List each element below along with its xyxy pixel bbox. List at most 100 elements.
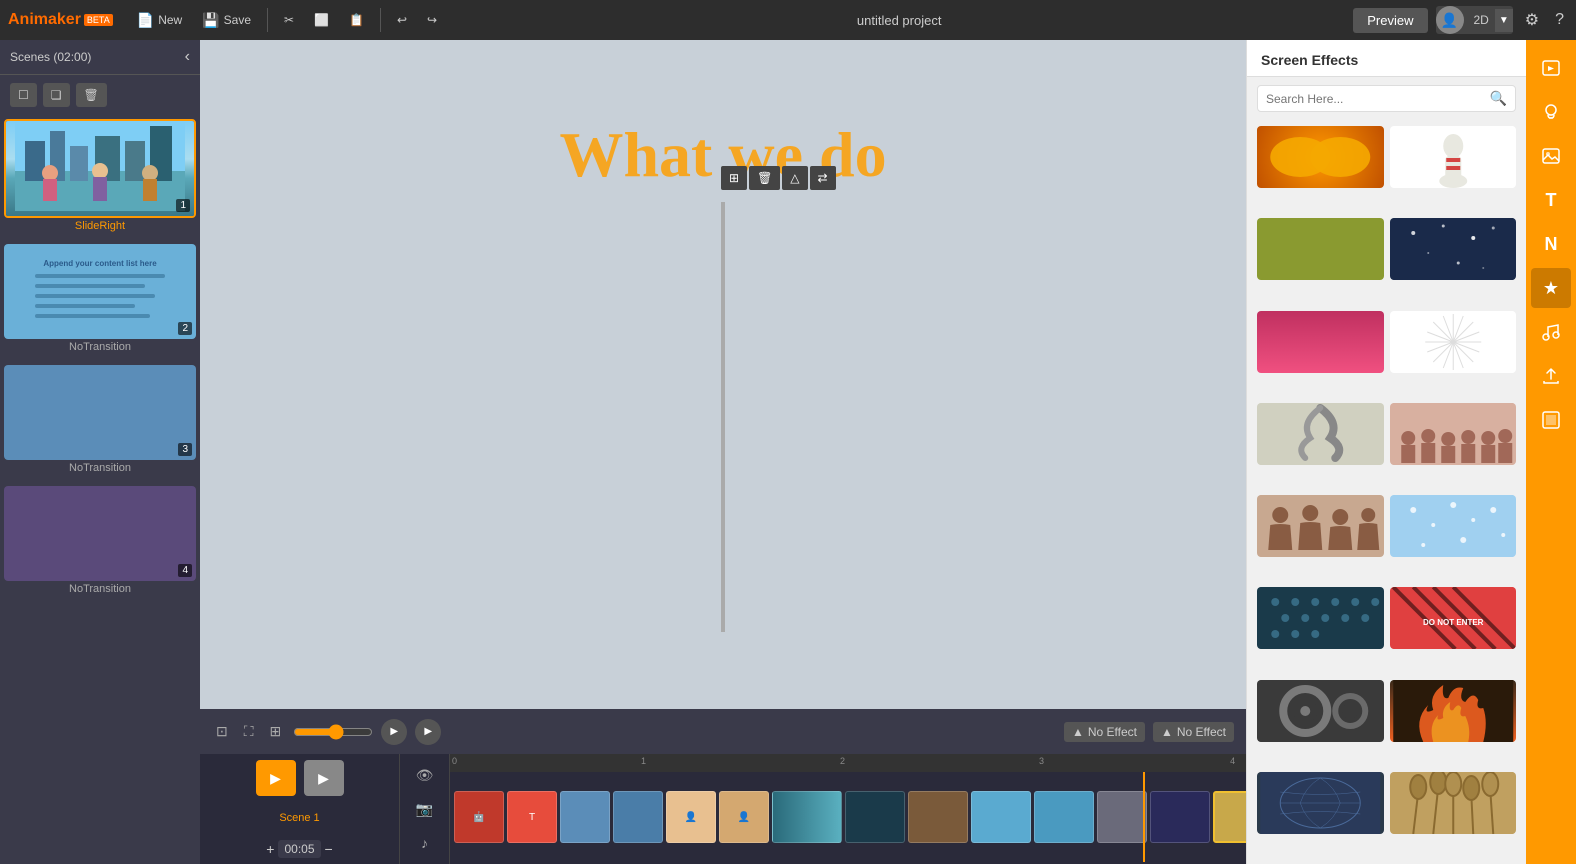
- clip-10[interactable]: [971, 791, 1031, 843]
- resize-handle-b[interactable]: [721, 626, 725, 632]
- undo-button[interactable]: ↩: [389, 9, 415, 31]
- resize-handle-t[interactable]: [721, 202, 725, 208]
- resize-handle-br[interactable]: [721, 626, 725, 632]
- new-scene-button[interactable]: ☐: [10, 83, 37, 107]
- next-play-button[interactable]: ▶: [415, 719, 441, 745]
- clip-11[interactable]: [1034, 791, 1094, 843]
- resize-handle-tl[interactable]: [721, 202, 725, 208]
- prev-play-button[interactable]: ▶: [381, 719, 407, 745]
- paste-button[interactable]: 📋: [341, 9, 372, 31]
- clip-12[interactable]: [1097, 791, 1147, 843]
- sidebar-effects-button[interactable]: ★: [1531, 268, 1571, 308]
- effect1-selector[interactable]: ▲ No Effect: [1064, 722, 1145, 742]
- canvas-swap-btn[interactable]: ⇄: [810, 166, 836, 190]
- settings-icon[interactable]: ⚙: [1521, 6, 1543, 34]
- effect-thumb-1[interactable]: [1257, 126, 1384, 188]
- clip-2[interactable]: T: [507, 791, 557, 843]
- effect-thumb-9[interactable]: [1257, 495, 1384, 557]
- clip-4[interactable]: [613, 791, 663, 843]
- effect-thumb-4[interactable]: [1390, 218, 1517, 280]
- timeline-track: 0 1 2 3 4 🤖 T: [450, 754, 1246, 864]
- effect-thumb-6[interactable]: [1390, 311, 1517, 373]
- sidebar-bg-button[interactable]: [1531, 400, 1571, 440]
- clip-1[interactable]: 🤖: [454, 791, 504, 843]
- canvas-delete-btn[interactable]: 🗑: [749, 166, 780, 190]
- delete-scene-button[interactable]: 🗑: [76, 83, 107, 107]
- copy-button[interactable]: ⬜: [306, 9, 337, 31]
- camera-icon[interactable]: 📷: [416, 801, 433, 818]
- save-button[interactable]: 💾 Save: [194, 8, 259, 33]
- resize-handle-l[interactable]: [721, 413, 725, 421]
- canvas-scene[interactable]: [721, 202, 725, 632]
- clip-5[interactable]: 👤: [666, 791, 716, 843]
- clip-8[interactable]: [845, 791, 905, 843]
- grid-button[interactable]: ⊞: [266, 719, 286, 744]
- scene-thumbnail-4[interactable]: 4: [4, 486, 196, 581]
- effect-thumb-11[interactable]: [1257, 587, 1384, 649]
- preview-button[interactable]: Preview: [1353, 8, 1427, 33]
- effect-thumb-7[interactable]: [1257, 403, 1384, 465]
- project-title: untitled project: [449, 13, 1349, 28]
- effect-thumb-14[interactable]: [1390, 680, 1517, 742]
- resize-handle-r[interactable]: [721, 413, 725, 421]
- music-note-icon[interactable]: ♪: [421, 835, 428, 851]
- mode-dropdown-button[interactable]: ▼: [1495, 9, 1513, 32]
- minus-button[interactable]: −: [325, 841, 333, 857]
- sidebar-music-button[interactable]: [1531, 312, 1571, 352]
- effect-thumb-15[interactable]: [1257, 772, 1384, 834]
- resize-handle-bl[interactable]: [721, 626, 725, 632]
- resize-handle-tr[interactable]: [721, 202, 725, 208]
- effect-thumb-13[interactable]: [1257, 680, 1384, 742]
- effect-thumb-16[interactable]: [1390, 772, 1517, 834]
- new-button[interactable]: 📄 New: [129, 8, 190, 33]
- scene-number-2: 2: [178, 322, 192, 335]
- focus-button[interactable]: ⊡: [212, 719, 232, 744]
- canvas-container: What we do ⊞ 🗑 △ ⇄: [559, 118, 886, 632]
- search-input[interactable]: [1266, 92, 1484, 106]
- scene-label-2: NoTransition: [4, 339, 196, 357]
- help-icon[interactable]: ?: [1551, 7, 1568, 33]
- timeline-play-sm-button[interactable]: ▶: [304, 760, 344, 796]
- clip-3[interactable]: [560, 791, 610, 843]
- sidebar-upload-button[interactable]: [1531, 356, 1571, 396]
- effect-thumb-3[interactable]: [1257, 218, 1384, 280]
- scene-thumbnail-3[interactable]: 3: [4, 365, 196, 460]
- scene-number-4: 4: [178, 564, 192, 577]
- fullscreen-button[interactable]: ⛶: [240, 719, 258, 744]
- sidebar-title-button[interactable]: N: [1531, 224, 1571, 264]
- zoom-slider[interactable]: [293, 724, 373, 740]
- effect2-selector[interactable]: ▲ No Effect: [1153, 722, 1234, 742]
- effect-thumb-12[interactable]: DO NOT ENTER: [1390, 587, 1517, 649]
- effect-thumb-2[interactable]: [1390, 126, 1517, 188]
- collapse-icon[interactable]: ‹: [185, 48, 190, 66]
- cut-button[interactable]: ✂: [276, 9, 302, 31]
- duplicate-scene-button[interactable]: ❏: [43, 83, 70, 107]
- scene-item-2: Append your content list here 2 NoTransi…: [4, 244, 196, 357]
- eye-icon[interactable]: 👁: [416, 767, 434, 784]
- clip-selected[interactable]: [1213, 791, 1246, 843]
- scene-thumbnail-2[interactable]: Append your content list here 2: [4, 244, 196, 339]
- sidebar-bulb-button[interactable]: [1531, 92, 1571, 132]
- scene-label-3: NoTransition: [4, 460, 196, 478]
- timeline-play-button[interactable]: ▶: [256, 760, 296, 796]
- playhead[interactable]: [1143, 772, 1145, 862]
- scene-number-1: 1: [176, 199, 190, 212]
- scene-item-1: 1 SlideRight: [4, 119, 196, 236]
- scene-thumbnail-1[interactable]: 1: [4, 119, 196, 218]
- canvas-grid-btn[interactable]: ⊞: [721, 166, 747, 190]
- sidebar-text-button[interactable]: T: [1531, 180, 1571, 220]
- sidebar-image-button[interactable]: [1531, 136, 1571, 176]
- undo-icon: ↩: [397, 13, 407, 27]
- effect-thumb-10[interactable]: [1390, 495, 1517, 557]
- clip-9[interactable]: [908, 791, 968, 843]
- add-scene-button[interactable]: +: [266, 841, 274, 857]
- canvas-flip-btn[interactable]: △: [782, 166, 807, 190]
- effect-thumb-5[interactable]: [1257, 311, 1384, 373]
- clip-13[interactable]: [1150, 791, 1210, 843]
- redo-button[interactable]: ↪: [419, 9, 445, 31]
- effect-thumb-8[interactable]: [1390, 403, 1517, 465]
- clip-6[interactable]: 👤: [719, 791, 769, 843]
- timeline-icons-column: 👁 📷 ♪: [400, 754, 450, 864]
- sidebar-scene-button[interactable]: [1531, 48, 1571, 88]
- clip-7[interactable]: [772, 791, 842, 843]
